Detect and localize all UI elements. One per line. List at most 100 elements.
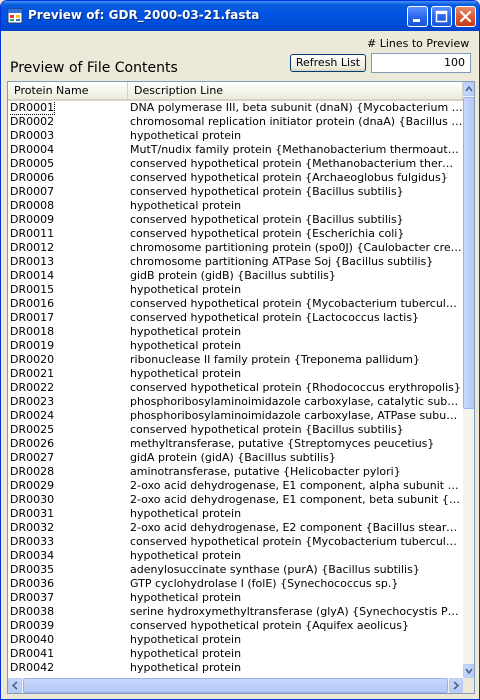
table-row[interactable]: DR0028 aminotransferase, putative {Helico…: [8, 465, 463, 479]
description-cell: conserved hypothetical protein {Aquifex …: [130, 619, 409, 632]
protein-name-cell: DR0020: [10, 353, 126, 367]
protein-name-cell: DR0006: [10, 171, 126, 185]
table-row[interactable]: DR0033 conserved hypothetical protein {My…: [8, 535, 463, 549]
protein-name-text: DR0039: [10, 619, 55, 632]
protein-name-text: DR0020: [10, 353, 55, 366]
description-cell: 2-oxo acid dehydrogenase, E2 component {…: [130, 521, 463, 534]
table-row[interactable]: DR0038 serine hydroxymethyltransferase (g…: [8, 605, 463, 619]
table-row[interactable]: DR0006 conserved hypothetical protein {Ar…: [8, 171, 463, 185]
table-row[interactable]: DR0035 adenylosuccinate synthase (purA) {…: [8, 563, 463, 577]
horizontal-scrollbar[interactable]: [8, 678, 463, 693]
maximize-button[interactable]: [431, 6, 452, 27]
description-cell: hypothetical protein: [130, 633, 242, 646]
protein-name-cell: DR0013: [10, 255, 126, 269]
close-icon: [456, 7, 475, 26]
protein-name-cell: DR0003: [10, 129, 126, 143]
table-row[interactable]: DR0027 gidA protein (gidA) {Bacillus subt…: [8, 451, 463, 465]
table-row[interactable]: DR0021 hypothetical protein: [8, 367, 463, 381]
protein-name-text: DR0021: [10, 367, 55, 380]
protein-name-text: DR0016: [10, 297, 55, 310]
table-row[interactable]: DR0015 hypothetical protein: [8, 283, 463, 297]
table-row[interactable]: DR0011 conserved hypothetical protein {Es…: [8, 227, 463, 241]
protein-name-text: DR0019: [10, 339, 55, 352]
protein-name-cell: DR0025: [10, 423, 126, 437]
table-row[interactable]: DR0013 chromosome partitioning ATPase Soj…: [8, 255, 463, 269]
scroll-up-button[interactable]: [463, 82, 474, 96]
protein-name-text: DR0007: [10, 185, 55, 198]
protein-name-text: DR0022: [10, 381, 55, 394]
table-row[interactable]: DR0004 MutT/nudix family protein {Methano…: [8, 143, 463, 157]
table-row[interactable]: DR0029 2-oxo acid dehydrogenase, E1 compo…: [8, 479, 463, 493]
vertical-scrollbar[interactable]: [463, 82, 474, 678]
description-cell: methyltransferase, putative {Streptomyce…: [130, 437, 435, 450]
protein-name-text: DR0042: [10, 661, 55, 674]
table-row[interactable]: DR0030 2-oxo acid dehydrogenase, E1 compo…: [8, 493, 463, 507]
list-rows: DR0001 DNA polymerase III, beta subunit (…: [8, 101, 463, 678]
refresh-list-button[interactable]: Refresh List: [290, 54, 366, 72]
protein-name-cell: DR0022: [10, 381, 126, 395]
table-row[interactable]: DR0008 hypothetical protein: [8, 199, 463, 213]
protein-name-text: DR0013: [10, 255, 55, 268]
scroll-left-button[interactable]: [8, 678, 22, 693]
table-row[interactable]: DR0018 hypothetical protein: [8, 325, 463, 339]
table-row[interactable]: DR0009 conserved hypothetical protein {Ba…: [8, 213, 463, 227]
table-row[interactable]: DR0032 2-oxo acid dehydrogenase, E2 compo…: [8, 521, 463, 535]
protein-name-text: DR0036: [10, 577, 55, 590]
protein-name-cell: DR0032: [10, 521, 126, 535]
table-row[interactable]: DR0036 GTP cyclohydrolase I (folE) {Synec…: [8, 577, 463, 591]
table-row[interactable]: DR0026 methyltransferase, putative {Strep…: [8, 437, 463, 451]
table-row[interactable]: DR0039 conserved hypothetical protein {Aq…: [8, 619, 463, 633]
table-row[interactable]: DR0014 gidB protein (gidB) {Bacillus subt…: [8, 269, 463, 283]
table-row[interactable]: DR0001 DNA polymerase III, beta subunit (…: [8, 101, 463, 115]
table-row[interactable]: DR0017 conserved hypothetical protein {La…: [8, 311, 463, 325]
table-row[interactable]: DR0016 conserved hypothetical protein {My…: [8, 297, 463, 311]
table-row[interactable]: DR0007 conserved hypothetical protein {Ba…: [8, 185, 463, 199]
table-row[interactable]: DR0002 chromosomal replication initiator …: [8, 115, 463, 129]
protein-name-cell: DR0030: [10, 493, 126, 507]
table-row[interactable]: DR0034 hypothetical protein: [8, 549, 463, 563]
table-row[interactable]: DR0031 hypothetical protein: [8, 507, 463, 521]
table-row[interactable]: DR0022 conserved hypothetical protein {Rh…: [8, 381, 463, 395]
table-row[interactable]: DR0037 hypothetical protein: [8, 591, 463, 605]
protein-name-text: DR0025: [10, 423, 55, 436]
description-cell: hypothetical protein: [130, 283, 242, 296]
column-header-description-line[interactable]: Description Line: [128, 82, 463, 101]
lines-to-preview-input[interactable]: 100: [371, 53, 471, 73]
table-row[interactable]: DR0012 chromosome partitioning protein (s…: [8, 241, 463, 255]
protein-name-cell: DR0007: [10, 185, 126, 199]
horizontal-scroll-thumb[interactable]: [23, 678, 448, 693]
protein-name-text: DR0030: [10, 493, 55, 506]
description-cell: 2-oxo acid dehydrogenase, E1 component, …: [130, 493, 463, 506]
preview-heading: Preview of File Contents: [10, 60, 178, 76]
table-row[interactable]: DR0042 hypothetical protein: [8, 661, 463, 675]
table-row[interactable]: DR0040 hypothetical protein: [8, 633, 463, 647]
protein-name-cell: DR0002: [10, 115, 126, 129]
protein-name-cell: DR0027: [10, 451, 126, 465]
description-cell: hypothetical protein: [130, 647, 242, 660]
protein-name-cell: DR0034: [10, 549, 126, 563]
table-row[interactable]: DR0003 hypothetical protein: [8, 129, 463, 143]
table-row[interactable]: DR0023 phosphoribosylaminoimidazole carbo…: [8, 395, 463, 409]
vertical-scroll-thumb[interactable]: [463, 97, 474, 409]
table-row[interactable]: DR0025 conserved hypothetical protein {Ba…: [8, 423, 463, 437]
table-row[interactable]: DR0024 phosphoribosylaminoimidazole carbo…: [8, 409, 463, 423]
title-bar[interactable]: Preview of: GDR_2000-03-21.fasta: [1, 1, 479, 31]
minimize-button[interactable]: [407, 6, 428, 27]
arrow-down-icon: [465, 668, 473, 675]
protein-name-text: DR0023: [10, 395, 55, 408]
protein-name-cell: DR0017: [10, 311, 126, 325]
protein-name-text: DR0001: [10, 101, 56, 115]
table-row[interactable]: DR0019 hypothetical protein: [8, 339, 463, 353]
file-contents-list[interactable]: Protein Name Description Line DR0001 DNA …: [7, 81, 475, 694]
protein-name-text: DR0017: [10, 311, 55, 324]
description-cell: conserved hypothetical protein {Bacillus…: [130, 185, 404, 198]
scroll-right-button[interactable]: [449, 678, 463, 693]
table-row[interactable]: DR0005 conserved hypothetical protein {Me…: [8, 157, 463, 171]
close-button[interactable]: [455, 6, 476, 27]
table-row[interactable]: DR0041 hypothetical protein: [8, 647, 463, 661]
column-header-protein-name[interactable]: Protein Name: [8, 82, 128, 101]
protein-name-cell: DR0029: [10, 479, 126, 493]
scroll-down-button[interactable]: [463, 664, 474, 678]
table-row[interactable]: DR0020 ribonuclease II family protein {Tr…: [8, 353, 463, 367]
protein-name-text: DR0027: [10, 451, 55, 464]
